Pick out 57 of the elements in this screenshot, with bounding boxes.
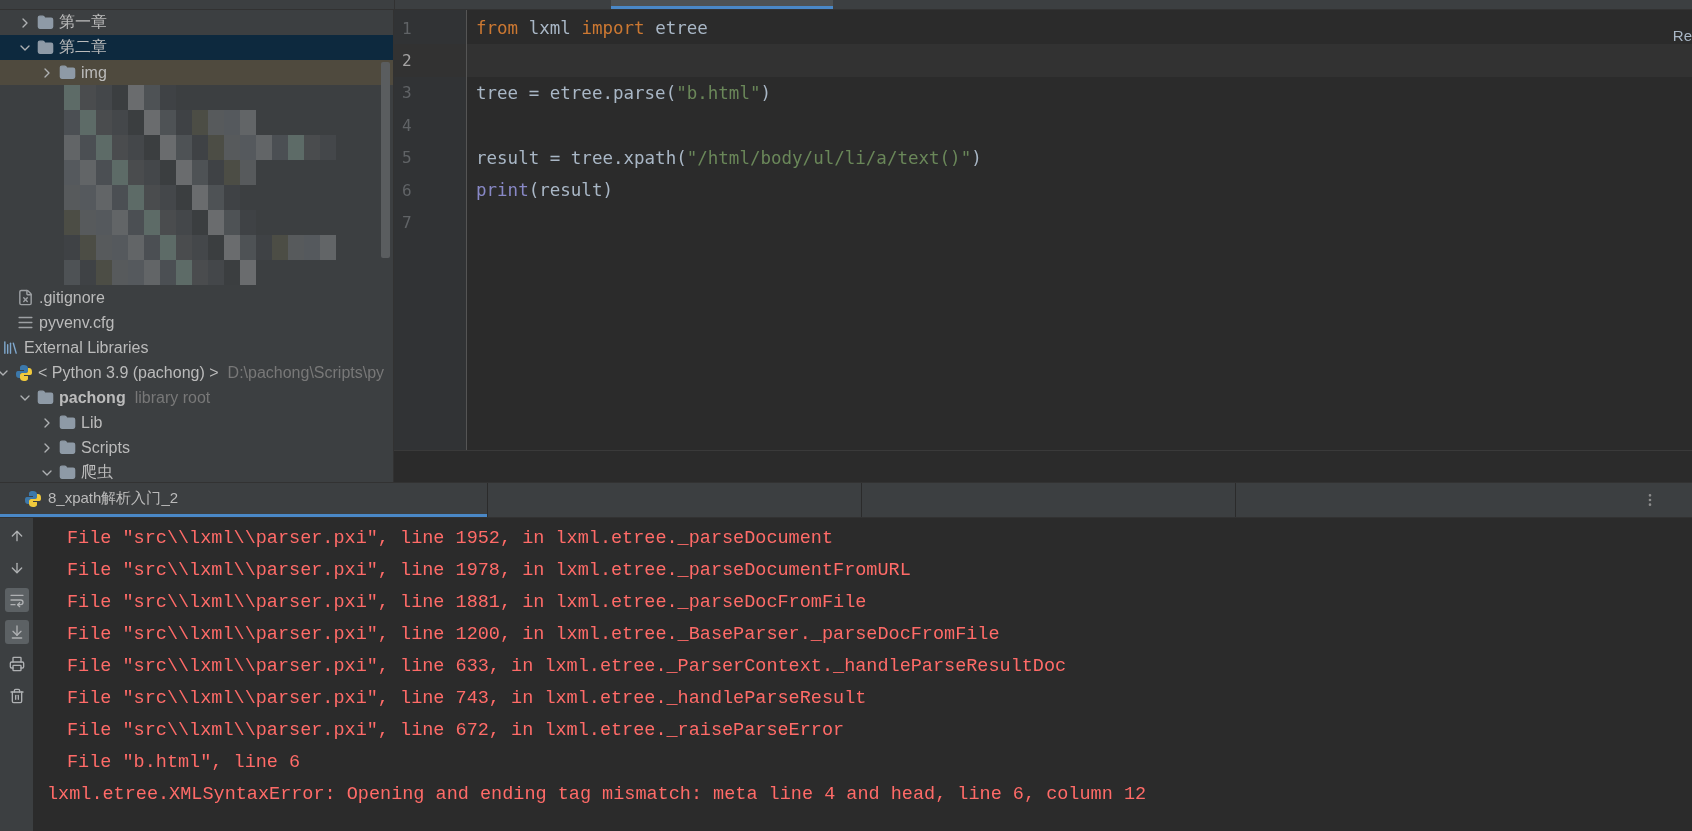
- two-tone-logo-icon: [24, 489, 42, 508]
- tree-item-label: 第一章: [59, 12, 107, 32]
- traceback-line: File "src\\lxml\\parser.pxi", line 1881, in lxml.etree._parseDocFromFile: [66, 590, 868, 615]
- traceback-line: File "src\\lxml\\parser.pxi", line 633, in lxml.etree._ParserContext._handleParseResultDoc: [66, 654, 1068, 679]
- tree-item[interactable]: pachong library root: [0, 385, 393, 410]
- tree-item-label: img: [81, 63, 107, 82]
- traceback-line: File "src\\lxml\\parser.pxi", line 743, in lxml.etree._handleParseResult: [66, 686, 868, 711]
- folder-icon: [59, 464, 76, 481]
- tree-item[interactable]: pyvenv.cfg: [0, 310, 393, 335]
- trash-icon: [8, 688, 25, 704]
- code-line: result = tree.xpath("/html/body/ul/li/a/text()"): [476, 147, 982, 168]
- code-line: print(result): [476, 180, 613, 201]
- tree-item[interactable]: < Python 3.9 (pachong) > D:\pachong\Scripts\py: [0, 360, 393, 385]
- printer-icon: [8, 656, 25, 672]
- tree-item-label: pyvenv.cfg: [39, 313, 115, 332]
- tree-item-label: 第二章: [59, 37, 107, 57]
- tree-item-label: pachong: [59, 388, 126, 407]
- tree-item-hint: library root: [134, 388, 211, 407]
- line-number: 2: [402, 51, 412, 71]
- file-icon: [17, 289, 34, 306]
- tree-item[interactable]: 第二章: [0, 35, 393, 60]
- tree-item[interactable]: Lib: [0, 410, 393, 435]
- tree-item[interactable]: External Libraries: [0, 335, 393, 360]
- tree-item[interactable]: Scripts: [0, 435, 393, 460]
- error-message: lxml.etree.XMLSyntaxError: Opening and ending tag mismatch: meta line 4 and head, line 6, column 12: [46, 782, 1148, 807]
- folder-icon: [59, 64, 76, 81]
- code-line: from lxml import etree: [476, 18, 708, 39]
- tree-item[interactable]: img: [0, 60, 393, 85]
- wrap-icon: [8, 592, 25, 608]
- config-file-icon: [17, 314, 34, 331]
- folder-icon: [59, 414, 76, 431]
- folder-icon: [37, 389, 54, 406]
- tree-item[interactable]: 第一章: [0, 10, 393, 35]
- library-icon: [2, 339, 19, 356]
- traceback-line: File "b.html", line 6: [66, 750, 302, 775]
- tree-item-label: .gitignore: [39, 288, 105, 307]
- folder-icon: [37, 14, 54, 31]
- two-tone-logo-icon: [15, 363, 33, 382]
- scrollbar[interactable]: [381, 62, 390, 258]
- tree-item-label: Lib: [81, 413, 103, 432]
- scroll-to-end-button[interactable]: [4, 620, 29, 644]
- tree-item-label: External Libraries: [24, 338, 149, 357]
- code-line: tree = etree.parse("b.html"): [476, 82, 772, 103]
- tree-item[interactable]: 爬虫: [0, 460, 393, 482]
- traceback-line: File "src\\lxml\\parser.pxi", line 1952, in lxml.etree._parseDocument: [66, 526, 835, 551]
- folder-icon: [37, 39, 54, 56]
- folder-icon: [59, 439, 76, 456]
- tree-item-label: Scripts: [81, 438, 130, 457]
- traceback-line: File "src\\lxml\\parser.pxi", line 672, in lxml.etree._raiseParseError: [66, 718, 846, 743]
- wrap-button[interactable]: [4, 588, 29, 612]
- reader-mode-label[interactable]: Re: [1672, 27, 1692, 44]
- tree-item-label: 爬虫: [81, 462, 113, 482]
- traceback-line: File "src\\lxml\\parser.pxi", line 1978, in lxml.etree._parseDocumentFromURL: [66, 558, 912, 583]
- tree-item[interactable]: .gitignore: [0, 285, 393, 310]
- traceback-line: File "src\\lxml\\parser.pxi", line 1200, in lxml.etree._BaseParser._parseDocFromFile: [66, 622, 1001, 647]
- tree-item-hint: D:\pachong\Scripts\py: [227, 363, 385, 382]
- tree-item-label: < Python 3.9 (pachong) >: [38, 363, 219, 382]
